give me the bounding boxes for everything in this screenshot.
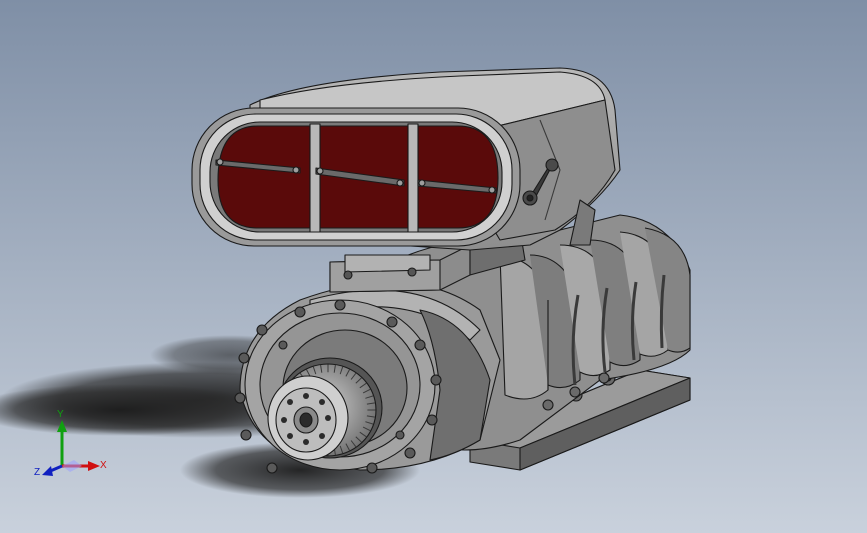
orientation-triad: Y X Z — [30, 408, 120, 488]
graphics-viewport[interactable]: Y X Z — [0, 0, 867, 533]
y-axis-label: Y — [57, 409, 64, 420]
3d-model-view[interactable] — [0, 0, 867, 533]
z-axis-arrow-icon — [42, 466, 53, 476]
y-axis-arrow-icon — [57, 420, 67, 432]
intake-screen-left — [217, 125, 311, 229]
triad-axes — [42, 420, 100, 476]
triad-plane-icon — [62, 460, 82, 472]
x-axis-label: X — [100, 460, 107, 471]
scoop-intake-mouth — [191, 107, 521, 247]
x-axis-arrow-icon — [88, 461, 100, 471]
intake-screen-right — [417, 125, 499, 229]
z-axis-label: Z — [34, 467, 41, 478]
